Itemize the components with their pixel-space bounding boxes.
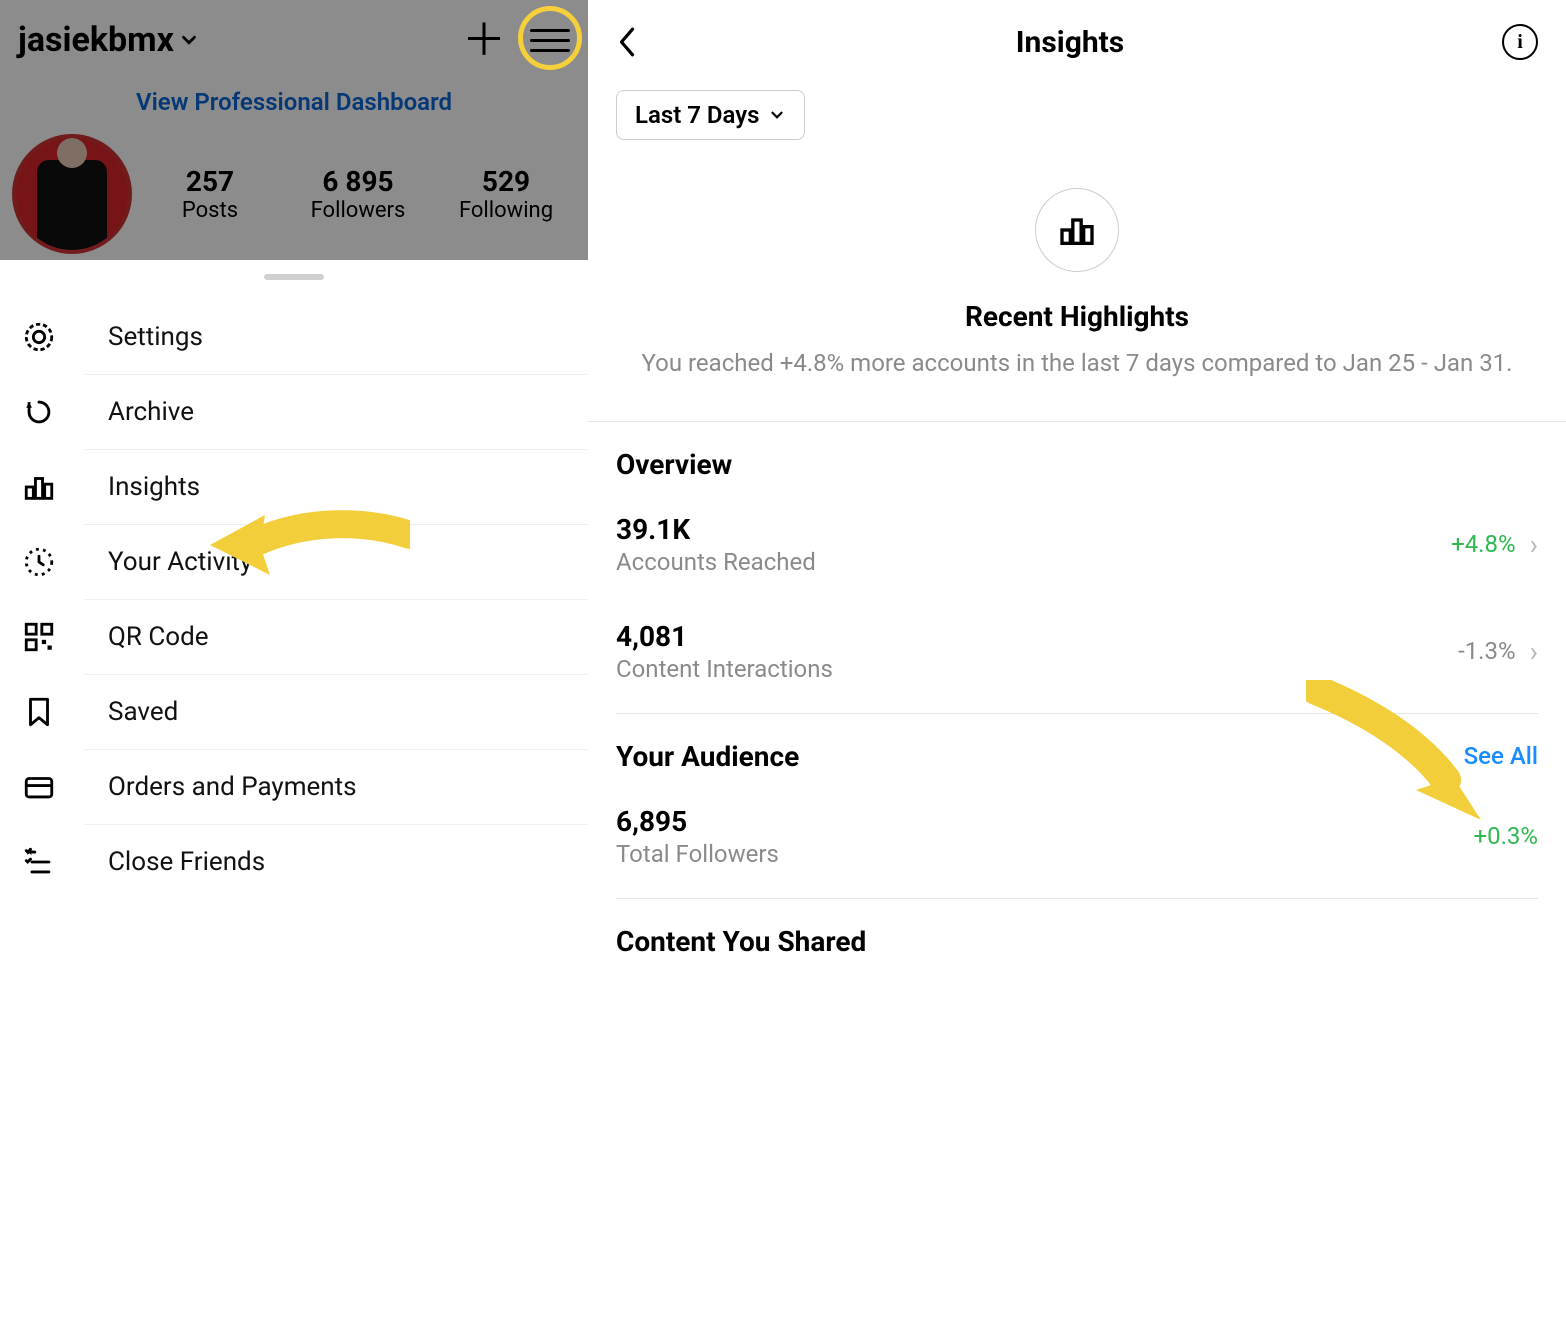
menu-insights[interactable]: Insights <box>84 450 588 525</box>
sheet-handle[interactable] <box>264 274 324 280</box>
interactions-label: Content Interactions <box>616 655 833 683</box>
audience-title: Your Audience <box>616 740 799 773</box>
interactions-value: 4,081 <box>616 620 833 653</box>
highlights-title: Recent Highlights <box>638 300 1516 333</box>
username-text: jasiekbmx <box>18 20 174 60</box>
see-all-link[interactable]: See All <box>1464 742 1538 770</box>
annotation-circle <box>518 6 582 70</box>
activity-icon <box>22 545 56 579</box>
reached-label: Accounts Reached <box>616 548 816 576</box>
menu-close-friends-label: Close Friends <box>108 847 265 877</box>
menu-insights-label: Insights <box>108 472 200 502</box>
insights-icon <box>22 470 56 504</box>
back-button[interactable] <box>616 24 638 60</box>
period-label: Last 7 Days <box>635 101 760 129</box>
chevron-down-icon <box>768 106 786 124</box>
page-title: Insights <box>1016 25 1124 60</box>
chevron-right-icon: › <box>1530 528 1538 561</box>
menu-activity[interactable]: Your Activity <box>84 525 588 600</box>
menu-qr-label: QR Code <box>108 622 209 652</box>
posts-label: Posts <box>140 198 280 223</box>
menu-saved[interactable]: Saved <box>84 675 588 750</box>
username-switcher[interactable]: jasiekbmx <box>18 20 200 60</box>
interactions-pct: -1.3% <box>1458 637 1516 665</box>
menu-orders-label: Orders and Payments <box>108 772 357 802</box>
overview-title: Overview <box>616 448 732 481</box>
avatar[interactable] <box>12 134 132 254</box>
menu-orders[interactable]: Orders and Payments <box>84 750 588 825</box>
followers-count: 6 895 <box>288 165 428 198</box>
highlights-chart-icon <box>1035 188 1119 272</box>
archive-icon <box>22 395 56 429</box>
followers-pct: +0.3% <box>1474 822 1539 850</box>
highlights-subtitle: You reached +4.8% more accounts in the l… <box>638 347 1516 381</box>
menu-archive-label: Archive <box>108 397 194 427</box>
gear-icon <box>22 320 56 354</box>
create-icon[interactable]: ＋ <box>462 18 506 62</box>
following-stat[interactable]: 529 Following <box>436 165 576 223</box>
followers-label: Followers <box>288 198 428 223</box>
following-count: 529 <box>436 165 576 198</box>
content-interactions-row[interactable]: 4,081 Content Interactions -1.3% › <box>616 598 1538 705</box>
svg-text:★: ★ <box>25 847 34 858</box>
pro-dashboard-link[interactable]: View Professional Dashboard <box>0 88 588 116</box>
menu-qr[interactable]: QR Code <box>84 600 588 675</box>
reached-pct: +4.8% <box>1451 530 1516 558</box>
followers-stat[interactable]: 6 895 Followers <box>288 165 428 223</box>
reached-value: 39.1K <box>616 513 816 546</box>
menu-close-friends[interactable]: ★ Close Friends <box>84 825 588 899</box>
menu-activity-label: Your Activity <box>108 547 252 577</box>
menu-archive[interactable]: Archive <box>84 375 588 450</box>
accounts-reached-row[interactable]: 39.1K Accounts Reached +4.8% › <box>616 491 1538 598</box>
posts-stat[interactable]: 257 Posts <box>140 165 280 223</box>
posts-count: 257 <box>140 165 280 198</box>
close-friends-icon: ★ <box>22 845 56 879</box>
following-label: Following <box>436 198 576 223</box>
menu-sheet: Settings Archive Insights Your Activity <box>0 260 588 1342</box>
bookmark-icon <box>22 695 56 729</box>
card-icon <box>22 770 56 804</box>
menu-settings[interactable]: Settings <box>84 300 588 375</box>
info-icon[interactable]: i <box>1502 24 1538 60</box>
menu-saved-label: Saved <box>108 697 178 727</box>
chevron-down-icon <box>178 29 200 51</box>
period-selector[interactable]: Last 7 Days <box>616 90 805 140</box>
total-followers-row[interactable]: 6,895 Total Followers +0.3% <box>616 783 1538 890</box>
followers-value: 6,895 <box>616 805 779 838</box>
chevron-right-icon: › <box>1530 635 1538 668</box>
content-shared-title: Content You Shared <box>616 925 866 958</box>
qr-icon <box>22 620 56 654</box>
menu-settings-label: Settings <box>108 322 203 352</box>
followers-label: Total Followers <box>616 840 779 868</box>
